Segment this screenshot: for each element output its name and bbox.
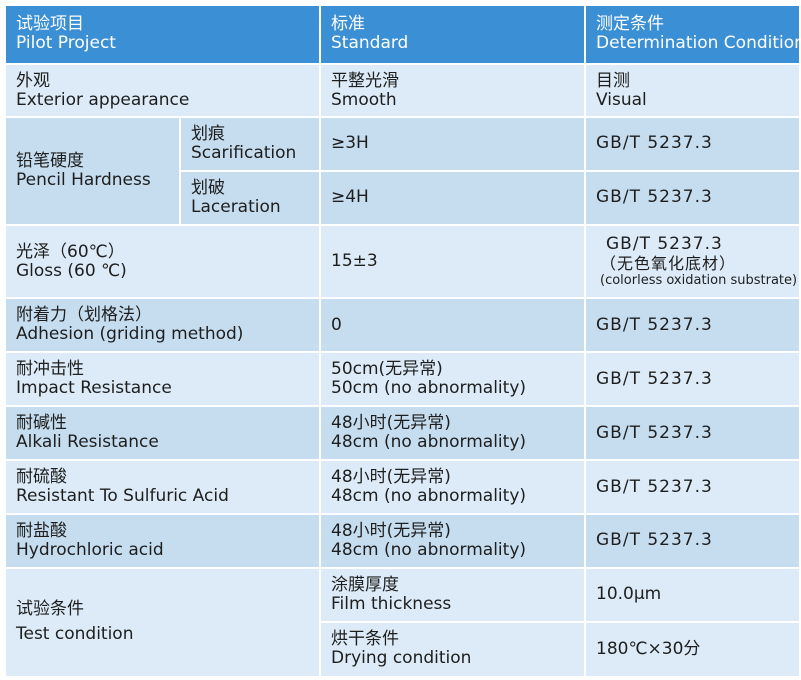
hydrochloric-item-en: Hydrochloric acid xyxy=(16,539,164,560)
film-thickness-value: 10.0μm xyxy=(586,568,799,621)
header-condition-en: Determination Condition xyxy=(596,33,799,53)
table-row-impact: 耐冲击性 Impact Resistance 50cm(无异常) 50cm (n… xyxy=(6,353,799,406)
hydrochloric-condition: GB/T 5237.3 xyxy=(586,515,799,567)
exterior-std-cn: 平整光滑 xyxy=(331,70,399,91)
film-cn: 涂膜厚度 xyxy=(331,574,399,595)
laceration-standard: ≥4H xyxy=(321,171,584,224)
sulfuric-condition: GB/T 5237.3 xyxy=(586,461,799,514)
impact-condition: GB/T 5237.3 xyxy=(586,353,799,406)
alkali-item-en: Alkali Resistance xyxy=(16,432,159,453)
pencil-sub-laceration: 划破 Laceration xyxy=(181,171,319,224)
alkali-item: 耐碱性 Alkali Resistance xyxy=(6,407,319,460)
table-row-gloss: 光泽（60℃） Gloss (60 ℃) 15±3 GB/T 5237.3 （无… xyxy=(6,225,799,298)
laceration-condition: GB/T 5237.3 xyxy=(586,171,799,224)
table-row-alkali: 耐碱性 Alkali Resistance 48小时(无异常) 48cm (no… xyxy=(6,407,799,460)
scarification-cn: 划痕 xyxy=(191,123,225,144)
table-row-hydrochloric: 耐盐酸 Hydrochloric acid 48小时(无异常) 48cm (no… xyxy=(6,515,799,567)
scarification-condition: GB/T 5237.3 xyxy=(586,117,799,170)
sulfuric-item: 耐硫酸 Resistant To Sulfuric Acid xyxy=(6,461,319,514)
header-pilot-project: 试验项目 Pilot Project xyxy=(6,6,319,64)
sulfuric-standard: 48小时(无异常) 48cm (no abnormality) xyxy=(321,461,584,514)
hydrochloric-std-cn: 48小时(无异常) xyxy=(331,520,451,541)
sulfuric-item-en: Resistant To Sulfuric Acid xyxy=(16,486,229,507)
alkali-std-cn: 48小时(无异常) xyxy=(331,413,451,434)
scarification-standard: ≥3H xyxy=(321,117,584,170)
header-condition-cn: 测定条件 xyxy=(596,14,664,34)
table-row-pencil-scarification: 铅笔硬度 Pencil Hardness 划痕 Scarification ≥3… xyxy=(6,117,799,224)
dry-en: Drying condition xyxy=(331,648,472,669)
pencil-sub-scarification: 划痕 Scarification xyxy=(181,117,319,170)
gloss-cond-value: GB/T 5237.3 xyxy=(606,234,723,255)
adhesion-item-en: Adhesion (griding method) xyxy=(16,324,244,345)
hydrochloric-std-en: 48cm (no abnormality) xyxy=(331,539,527,560)
header-standard: 标准 Standard xyxy=(321,6,584,64)
adhesion-item: 附着力（划格法） Adhesion (griding method) xyxy=(6,299,319,352)
dry-cn: 烘干条件 xyxy=(331,629,399,650)
laceration-cn: 划破 xyxy=(191,177,225,198)
hydrochloric-standard: 48小时(无异常) 48cm (no abnormality) xyxy=(321,515,584,567)
exterior-condition: 目测 Visual xyxy=(586,65,799,116)
scarification-en: Scarification xyxy=(191,142,297,163)
impact-std-cn: 50cm(无异常) xyxy=(331,359,443,380)
impact-item-en: Impact Resistance xyxy=(16,378,172,399)
pencil-item-cn: 铅笔硬度 xyxy=(16,150,84,171)
sulfuric-std-en: 48cm (no abnormality) xyxy=(331,486,527,507)
drying-condition-label: 烘干条件 Drying condition xyxy=(321,622,584,676)
alkali-condition: GB/T 5237.3 xyxy=(586,407,799,460)
test-item-en: Test condition xyxy=(16,624,134,645)
gloss-standard: 15±3 xyxy=(321,225,584,298)
hydrochloric-item-cn: 耐盐酸 xyxy=(16,520,67,541)
alkali-item-cn: 耐碱性 xyxy=(16,413,67,434)
header-determination-condition: 测定条件 Determination Condition xyxy=(586,6,799,64)
alkali-std-en: 48cm (no abnormality) xyxy=(331,432,527,453)
exterior-item-cn: 外观 xyxy=(16,70,50,91)
pencil-item-en: Pencil Hardness xyxy=(16,169,151,190)
sulfuric-item-cn: 耐硫酸 xyxy=(16,467,67,488)
table-header-row: 试验项目 Pilot Project 标准 Standard 测定条件 Dete… xyxy=(6,6,799,64)
adhesion-condition: GB/T 5237.3 xyxy=(586,299,799,352)
film-en: Film thickness xyxy=(331,593,452,614)
laceration-en: Laceration xyxy=(191,196,281,217)
exterior-std-en: Smooth xyxy=(331,89,397,110)
table-row-adhesion: 附着力（划格法） Adhesion (griding method) 0 GB/… xyxy=(6,299,799,352)
exterior-standard: 平整光滑 Smooth xyxy=(321,65,584,116)
adhesion-item-cn: 附着力（划格法） xyxy=(16,305,152,326)
exterior-item-en: Exterior appearance xyxy=(16,89,190,110)
alkali-standard: 48小时(无异常) 48cm (no abnormality) xyxy=(321,407,584,460)
impact-item: 耐冲击性 Impact Resistance xyxy=(6,353,319,406)
specification-table: 试验项目 Pilot Project 标准 Standard 测定条件 Dete… xyxy=(4,4,801,678)
gloss-item: 光泽（60℃） Gloss (60 ℃) xyxy=(6,225,319,298)
adhesion-standard: 0 xyxy=(321,299,584,352)
test-item-cn: 试验条件 xyxy=(16,599,84,620)
table-row-sulfuric: 耐硫酸 Resistant To Sulfuric Acid 48小时(无异常)… xyxy=(6,461,799,514)
sulfuric-std-cn: 48小时(无异常) xyxy=(331,467,451,488)
impact-item-cn: 耐冲击性 xyxy=(16,359,84,380)
table-row-film-thickness: 试验条件 Test condition 涂膜厚度 Film thickness … xyxy=(6,568,799,676)
spec-sheet: 试验项目 Pilot Project 标准 Standard 测定条件 Dete… xyxy=(0,0,801,680)
test-condition-item: 试验条件 Test condition xyxy=(6,568,319,676)
gloss-cond-note-en: (colorless oxidation substrate) xyxy=(600,273,798,289)
drying-condition-value: 180℃×30分 xyxy=(586,622,799,676)
gloss-item-cn: 光泽（60℃） xyxy=(16,241,125,262)
exterior-cond-cn: 目测 xyxy=(596,70,630,91)
header-project-en: Pilot Project xyxy=(16,33,116,53)
hydrochloric-item: 耐盐酸 Hydrochloric acid xyxy=(6,515,319,567)
header-standard-en: Standard xyxy=(331,33,409,53)
pencil-hardness-item: 铅笔硬度 Pencil Hardness xyxy=(6,117,179,224)
gloss-item-en: Gloss (60 ℃) xyxy=(16,260,127,281)
table-row-exterior: 外观 Exterior appearance 平整光滑 Smooth 目测 Vi… xyxy=(6,65,799,116)
header-project-cn: 试验项目 xyxy=(16,14,84,34)
film-thickness-label: 涂膜厚度 Film thickness xyxy=(321,568,584,621)
impact-std-en: 50cm (no abnormality) xyxy=(331,378,527,399)
gloss-cond-note-cn: （无色氧化底材） xyxy=(600,254,737,274)
exterior-item: 外观 Exterior appearance xyxy=(6,65,319,116)
impact-standard: 50cm(无异常) 50cm (no abnormality) xyxy=(321,353,584,406)
header-standard-cn: 标准 xyxy=(331,14,365,34)
gloss-condition: GB/T 5237.3 （无色氧化底材） (colorless oxidatio… xyxy=(586,225,799,298)
exterior-cond-en: Visual xyxy=(596,89,647,110)
